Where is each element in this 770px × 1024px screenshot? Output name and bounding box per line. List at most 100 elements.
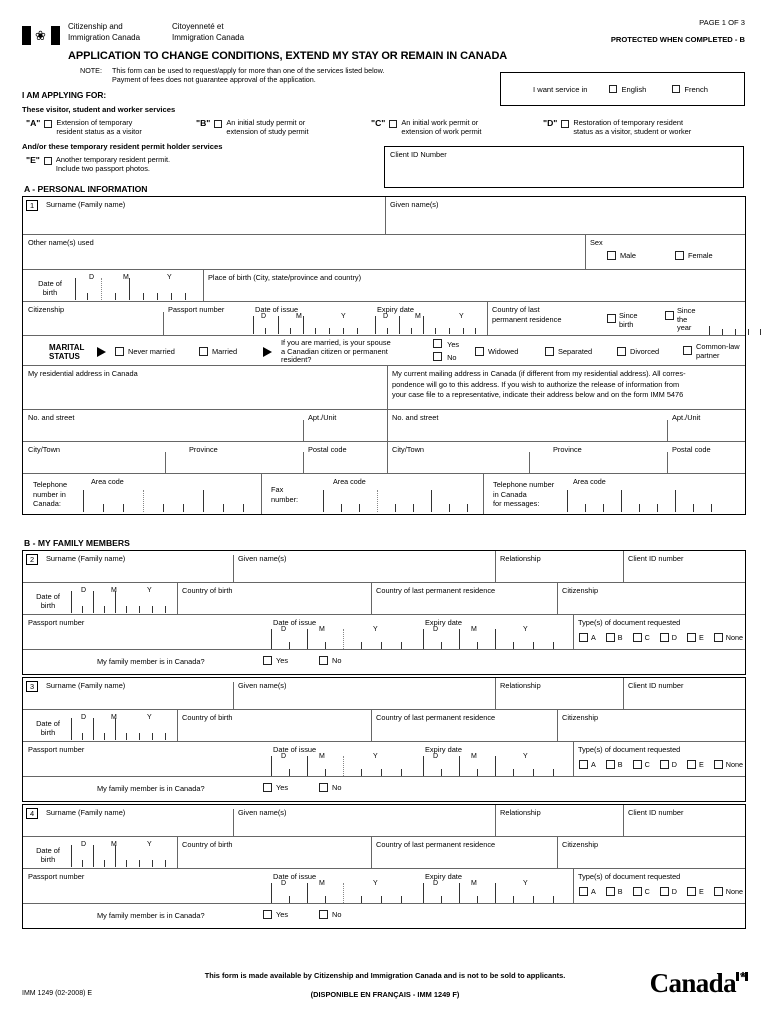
- doc-option-b[interactable]: B: [605, 760, 623, 769]
- document-type-options[interactable]: A B C D E None: [579, 633, 743, 642]
- checkbox-doc-c-icon[interactable]: [632, 887, 642, 896]
- checkbox-never-married-icon[interactable]: [115, 347, 124, 356]
- checkbox-in-canada-no-icon[interactable]: [319, 910, 328, 919]
- expiry-date-field[interactable]: Expiry date D M Y: [375, 302, 487, 335]
- fm-expiry-date-field[interactable]: Expiry date D M Y: [423, 615, 573, 649]
- fm-citizenship-field[interactable]: Citizenship: [557, 710, 745, 741]
- option-c[interactable]: "C" An initial work permit or extension of…: [371, 118, 481, 136]
- client-id-number-field[interactable]: Client ID Number: [384, 146, 744, 188]
- expiry-date-comb[interactable]: D M Y: [375, 313, 485, 334]
- doc-option-c[interactable]: C: [632, 887, 650, 896]
- checkbox-doc-c-icon[interactable]: [632, 760, 642, 769]
- fm-client-id-field[interactable]: Client ID number: [623, 805, 745, 836]
- checkbox-doc-c-icon[interactable]: [632, 633, 642, 642]
- checkbox-doc-none-icon[interactable]: [713, 760, 723, 769]
- fm-country-of-birth-field[interactable]: Country of birth: [177, 583, 371, 614]
- doc-option-none[interactable]: None: [713, 633, 743, 642]
- document-type-options[interactable]: A B C D E None: [579, 760, 743, 769]
- doc-option-none[interactable]: None: [713, 760, 743, 769]
- option-b[interactable]: "B" An initial study permit or extension o…: [196, 118, 309, 136]
- fm-relationship-field[interactable]: Relationship: [495, 551, 623, 582]
- fm-country-of-birth-field[interactable]: Country of birth: [177, 837, 371, 868]
- service-french-option[interactable]: French: [672, 85, 708, 94]
- doc-option-e[interactable]: E: [687, 760, 704, 769]
- checkbox-widowed-icon[interactable]: [475, 347, 484, 356]
- divorced-option[interactable]: Divorced: [617, 347, 659, 356]
- checkbox-separated-icon[interactable]: [545, 347, 554, 356]
- commonlaw-option[interactable]: Common-law partner: [683, 342, 740, 360]
- checkbox-doc-b-icon[interactable]: [605, 760, 615, 769]
- fm-in-canada-yes[interactable]: Yes: [263, 910, 288, 919]
- fax-comb[interactable]: [323, 488, 479, 512]
- never-married-option[interactable]: Never married: [115, 347, 175, 356]
- option-e[interactable]: "E" Another temporary resident permit. Inc…: [26, 155, 170, 173]
- checkbox-doc-a-icon[interactable]: [579, 633, 588, 642]
- fm-country-last-residence-field[interactable]: Country of last permanent residence: [371, 710, 557, 741]
- other-names-field[interactable]: Other name(s) used: [23, 235, 583, 269]
- place-of-birth-field[interactable]: Place of birth (City, state/province and…: [203, 270, 745, 301]
- fm-in-canada-yes[interactable]: Yes: [263, 783, 288, 792]
- mail-apt-field[interactable]: Apt./Unit: [667, 410, 745, 441]
- checkbox-option-d-icon[interactable]: [561, 120, 570, 128]
- fm-expiry-date-field[interactable]: Expiry date D M Y: [423, 869, 573, 903]
- doc-option-a[interactable]: A: [579, 760, 596, 769]
- res-apt-field[interactable]: Apt./Unit: [303, 410, 387, 441]
- doc-option-c[interactable]: C: [632, 633, 650, 642]
- checkbox-doc-none-icon[interactable]: [713, 887, 723, 896]
- fm-relationship-field[interactable]: Relationship: [495, 678, 623, 709]
- doc-option-a[interactable]: A: [579, 887, 596, 896]
- fm-passport-number-field[interactable]: Passport number: [23, 869, 271, 903]
- sex-female-option[interactable]: Female: [675, 251, 713, 260]
- checkbox-french-icon[interactable]: [672, 85, 681, 93]
- doc-option-d[interactable]: D: [659, 760, 677, 769]
- citizenship-field[interactable]: Citizenship: [23, 302, 163, 335]
- checkbox-in-canada-yes-icon[interactable]: [263, 783, 272, 792]
- doc-option-e[interactable]: E: [687, 633, 704, 642]
- checkbox-commonlaw-icon[interactable]: [683, 346, 692, 355]
- fm-in-canada-no[interactable]: No: [319, 910, 341, 919]
- since-year-comb[interactable]: [709, 324, 761, 335]
- dob-date-comb[interactable]: D M Y: [75, 274, 197, 300]
- checkbox-option-c-icon[interactable]: [389, 120, 398, 128]
- fm-country-last-residence-field[interactable]: Country of last permanent residence: [371, 583, 557, 614]
- option-d[interactable]: "D" Restoration of temporary resident stat…: [543, 118, 691, 136]
- checkbox-spouse-no-icon[interactable]: [433, 352, 442, 361]
- telephone-field[interactable]: Telephone number in Canada: Area code: [23, 474, 261, 514]
- fm-country-of-birth-field[interactable]: Country of birth: [177, 710, 371, 741]
- checkbox-female-icon[interactable]: [675, 251, 684, 260]
- checkbox-doc-e-icon[interactable]: [687, 887, 696, 896]
- checkbox-in-canada-yes-icon[interactable]: [263, 656, 272, 665]
- fm-surname-field[interactable]: Surname (Family name): [41, 678, 241, 709]
- doc-option-none[interactable]: None: [713, 887, 743, 896]
- mail-city-field[interactable]: City/Town: [387, 442, 529, 473]
- issue-date-comb[interactable]: D M Y: [253, 313, 371, 334]
- doc-option-e[interactable]: E: [687, 887, 704, 896]
- date-of-issue-field[interactable]: Date of issue D M Y: [253, 302, 373, 335]
- checkbox-doc-none-icon[interactable]: [713, 633, 723, 642]
- passport-number-field[interactable]: Passport number: [163, 302, 253, 335]
- document-type-options[interactable]: A B C D E None: [579, 887, 743, 896]
- checkbox-doc-e-icon[interactable]: [687, 633, 696, 642]
- checkbox-divorced-icon[interactable]: [617, 347, 626, 356]
- fm-in-canada-no[interactable]: No: [319, 656, 341, 665]
- checkbox-option-a-icon[interactable]: [44, 120, 53, 128]
- checkbox-spouse-yes-icon[interactable]: [433, 339, 442, 348]
- doc-option-b[interactable]: B: [605, 887, 623, 896]
- fm-date-of-issue-field[interactable]: Date of issue D M Y: [271, 615, 423, 649]
- res-postal-field[interactable]: Postal code: [303, 442, 387, 473]
- fm-date-of-birth-field[interactable]: Date of birth D M Y: [23, 710, 177, 741]
- checkbox-married-icon[interactable]: [199, 347, 208, 356]
- surname-field[interactable]: Surname (Family name): [41, 197, 383, 234]
- fm-given-names-field[interactable]: Given name(s): [233, 805, 495, 836]
- mail-province-field[interactable]: Province: [529, 442, 667, 473]
- checkbox-option-e-icon[interactable]: [43, 157, 52, 165]
- option-a[interactable]: "A" Extension of temporary resident status…: [26, 118, 142, 136]
- fm-passport-number-field[interactable]: Passport number: [23, 742, 271, 776]
- checkbox-in-canada-no-icon[interactable]: [319, 656, 328, 665]
- checkbox-since-birth-icon[interactable]: [607, 314, 616, 323]
- checkbox-in-canada-yes-icon[interactable]: [263, 910, 272, 919]
- doc-option-a[interactable]: A: [579, 633, 596, 642]
- fm-expiry-date-field[interactable]: Expiry date D M Y: [423, 742, 573, 776]
- fm-date-of-birth-field[interactable]: Date of birth D M Y: [23, 837, 177, 868]
- checkbox-since-year-icon[interactable]: [665, 311, 674, 320]
